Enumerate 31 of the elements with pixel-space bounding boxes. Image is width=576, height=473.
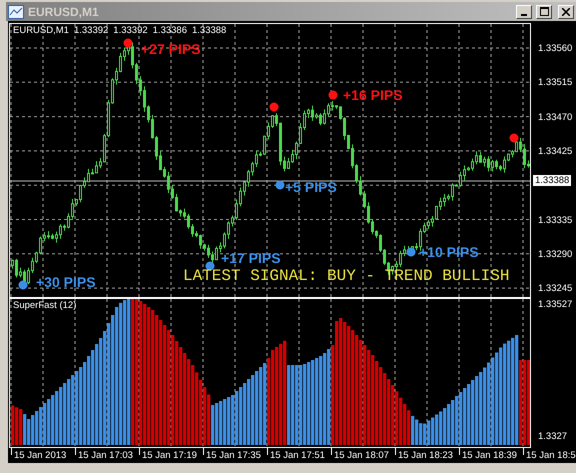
- quote-value: 1.33392: [113, 25, 148, 36]
- maximize-button[interactable]: [536, 4, 552, 18]
- close-button[interactable]: [558, 4, 574, 18]
- signal-label: +5 PIPS: [285, 179, 337, 195]
- signal-label: +16 PIPS: [343, 87, 403, 103]
- chart-window-icon: [8, 4, 24, 18]
- signal-text: LATEST SIGNAL: BUY - TREND BULLISH: [183, 267, 510, 285]
- symbol-label: EURUSD,M1: [13, 25, 69, 36]
- current-price-label: 1.33388: [533, 175, 572, 186]
- price-tick-label: 1.33245: [538, 283, 572, 294]
- price-tick-label: 1.33470: [538, 112, 572, 123]
- quote-value: 1.33392: [74, 25, 108, 36]
- indicator-tick-label: 1.3327: [538, 431, 568, 442]
- signal-label: +30 PIPS: [36, 274, 96, 290]
- maximize-icon: [540, 7, 548, 16]
- price-tick-label: 1.33560: [538, 43, 572, 54]
- quote-value: 1.33388: [192, 25, 226, 36]
- price-tick-label: 1.33425: [538, 146, 572, 157]
- signal-label: +10 PIPS: [419, 244, 479, 260]
- close-icon: [562, 8, 570, 16]
- price-tick-label: 1.33335: [538, 214, 572, 226]
- signal-label: +27 PIPS: [141, 41, 201, 57]
- price-tick-label: 1.33290: [538, 248, 572, 260]
- signal-label: +17 PIPS: [221, 250, 281, 266]
- window-title: EURUSD,M1: [28, 4, 100, 18]
- minimize-icon: [521, 14, 527, 16]
- price-tick-label: 1.33515: [538, 77, 572, 88]
- indicator-tick-label: 1.33527: [538, 299, 572, 310]
- indicator-name: SuperFast (12): [13, 300, 76, 311]
- minimize-button[interactable]: [516, 4, 532, 18]
- quote-value: 1.33386: [152, 25, 187, 36]
